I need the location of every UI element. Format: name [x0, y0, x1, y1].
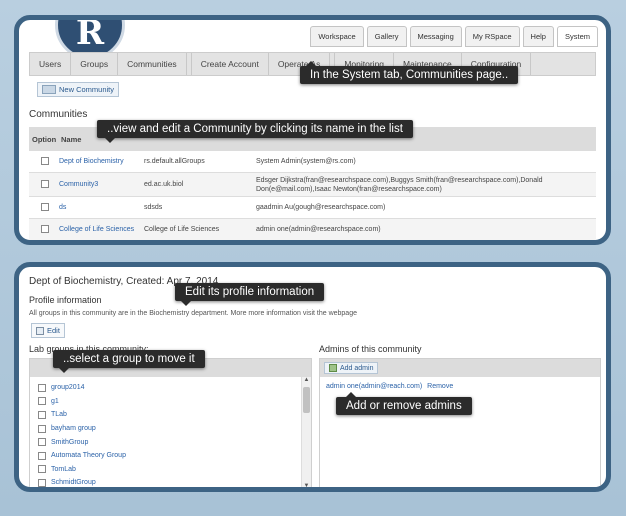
edit-icon: [36, 326, 44, 335]
group-checkbox[interactable]: [38, 424, 46, 433]
row-checkbox[interactable]: [41, 224, 49, 233]
group-link[interactable]: Automata Theory Group: [51, 452, 126, 459]
header-option: Option: [32, 134, 57, 144]
community-name-link[interactable]: ds: [59, 204, 144, 211]
profile-heading: Profile information: [29, 295, 102, 305]
scroll-thumb[interactable]: [303, 387, 310, 413]
table-row: Dept of Biochemistry rs.default.allGroup…: [29, 151, 596, 173]
subtab-create-account[interactable]: Create Account: [190, 53, 269, 75]
admins-toolbar: Add admin: [320, 359, 600, 377]
page-title: Communities: [29, 109, 88, 120]
row-checkbox[interactable]: [41, 179, 49, 188]
group-checkbox[interactable]: [38, 383, 46, 392]
tab-gallery[interactable]: Gallery: [366, 26, 407, 47]
tab-system[interactable]: System: [556, 26, 598, 47]
groups: group2014 g1 TLab bayham group SmithGrou…: [30, 377, 311, 487]
community-name-link[interactable]: Dept of Biochemistry: [59, 158, 144, 165]
list-item: SchmidtGroup: [30, 476, 311, 487]
group-checkbox[interactable]: [38, 397, 46, 406]
group-link[interactable]: bayham group: [51, 425, 96, 432]
callout-edit-profile: Edit its profile information: [175, 283, 325, 306]
callout-system-tab: In the System tab, Communities page..: [300, 61, 519, 84]
subtab-communities[interactable]: Communities: [118, 53, 187, 75]
scroll-up-icon[interactable]: ▲: [302, 377, 311, 386]
list-item: SmithGroup: [30, 435, 311, 449]
group-link[interactable]: SmithGroup: [51, 439, 88, 446]
edit-profile-button[interactable]: Edit: [31, 323, 65, 338]
group-checkbox[interactable]: [38, 465, 46, 474]
table-row: Community3 ed.ac.uk.biol Edsger Dijkstra…: [29, 173, 596, 197]
row-checkbox[interactable]: [41, 156, 49, 165]
add-admin-label: Add admin: [340, 364, 374, 372]
remove-admin-link[interactable]: Remove: [427, 383, 453, 390]
tab-my-rspace[interactable]: My RSpace: [464, 26, 520, 47]
group-link[interactable]: group2014: [51, 384, 84, 391]
new-community-label: New Community: [59, 85, 115, 94]
community-name-link[interactable]: College of Life Sciences: [59, 226, 144, 233]
callout-select-group: ..select a group to move it: [53, 350, 205, 373]
community-admins: Edsger Dijkstra(fran@researchspace.com),…: [256, 176, 543, 193]
community-admins: admin one(admin@researchspace.com): [256, 226, 381, 233]
group-checkbox[interactable]: [38, 478, 46, 487]
list-item: group2014: [30, 381, 311, 395]
list-item: Automata Theory Group: [30, 449, 311, 463]
community-admins: gaadmin Au(gough@researchspace.com): [256, 204, 386, 211]
community-unique-name: sdsds: [144, 204, 163, 211]
admin-name[interactable]: admin one(admin@reach.com): [326, 383, 422, 390]
group-link[interactable]: TLab: [51, 411, 67, 418]
list-item: g1: [30, 395, 311, 409]
lab-groups-list: group2014 g1 TLab bayham group SmithGrou…: [29, 358, 312, 487]
group-checkbox[interactable]: [38, 451, 46, 460]
list-item: TomLab: [30, 463, 311, 477]
groups-scrollbar[interactable]: ▲ ▼: [301, 377, 311, 487]
table-row: College of Life Sciences College of Life…: [29, 219, 596, 240]
community-unique-name: ed.ac.uk.biol: [144, 181, 184, 188]
edit-label: Edit: [47, 326, 60, 335]
group-checkbox[interactable]: [38, 410, 46, 419]
admins-heading: Admins of this community: [319, 344, 422, 354]
group-link[interactable]: TomLab: [51, 466, 76, 473]
community-icon: [42, 85, 56, 94]
top-nav: Workspace Gallery Messaging My RSpace He…: [310, 26, 598, 47]
add-user-icon: [329, 364, 337, 372]
group-link[interactable]: g1: [51, 398, 59, 405]
add-admin-button[interactable]: Add admin: [324, 362, 379, 374]
tab-workspace[interactable]: Workspace: [310, 26, 364, 47]
subtab-groups[interactable]: Groups: [71, 53, 119, 75]
tab-help[interactable]: Help: [522, 26, 554, 47]
group-link[interactable]: SchmidtGroup: [51, 479, 96, 486]
community-unique-name: rs.default.allGroups: [144, 158, 205, 165]
admins-panel: Add admin admin one(admin@reach.com) Rem…: [319, 358, 601, 487]
list-item: TLab: [30, 408, 311, 422]
new-community-button[interactable]: New Community: [37, 82, 120, 97]
profile-text: All groups in this community are in the …: [29, 310, 357, 317]
table-body: Dept of Biochemistry rs.default.allGroup…: [29, 151, 596, 240]
table-row: ds sdsds gaadmin Au(gough@researchspace.…: [29, 197, 596, 219]
group-checkbox[interactable]: [38, 438, 46, 447]
scroll-down-icon[interactable]: ▼: [302, 483, 311, 487]
community-unique-name: College of Life Sciences: [144, 226, 220, 233]
row-checkbox[interactable]: [41, 202, 49, 211]
callout-add-remove-admins: Add or remove admins: [336, 392, 472, 415]
callout-view-edit: ..view and edit a Community by clicking …: [97, 120, 413, 143]
admin-row: admin one(admin@reach.com) Remove: [320, 377, 600, 396]
community-name-link[interactable]: Community3: [59, 181, 144, 188]
tab-messaging[interactable]: Messaging: [409, 26, 462, 47]
list-item: bayham group: [30, 422, 311, 436]
subtab-users[interactable]: Users: [30, 53, 72, 75]
community-admins: System Admin(system@rs.com): [256, 158, 356, 165]
